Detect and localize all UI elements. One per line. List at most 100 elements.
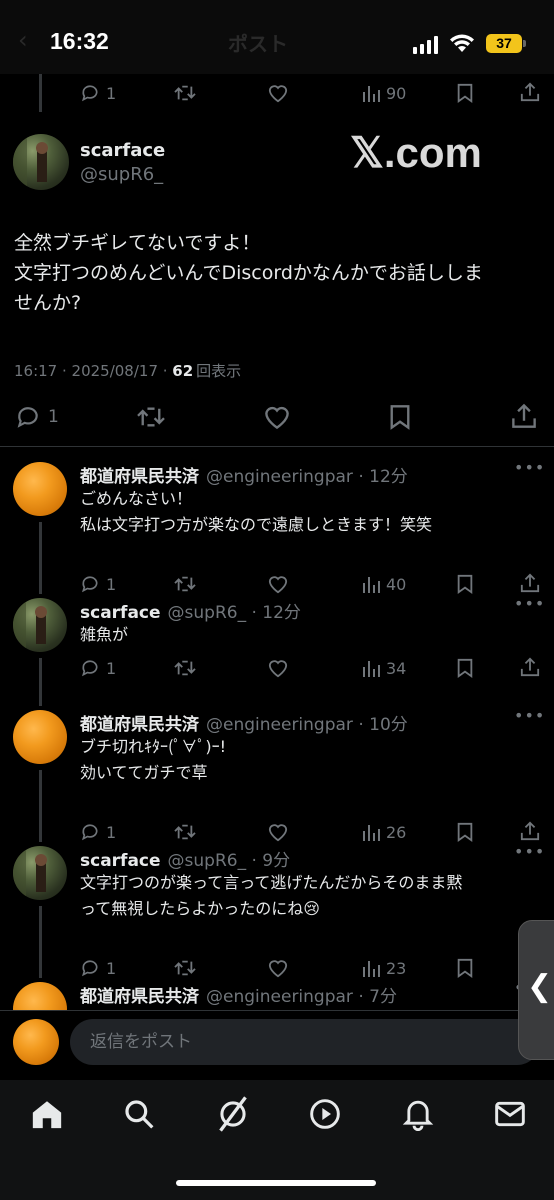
- retweet-icon[interactable]: [174, 822, 196, 842]
- reply-header: 都道府県民共済 @engineeringpar · 10分: [80, 710, 408, 735]
- more-options-icon[interactable]: •••: [514, 594, 545, 613]
- reply-action[interactable]: 1: [80, 574, 116, 594]
- views-action[interactable]: 90: [362, 83, 406, 103]
- reply-text: 文字打つのが楽って言って逃げたんだからそのまま黙 って無視したらよかったのにね😢: [80, 870, 540, 922]
- views-action[interactable]: 26: [362, 822, 406, 842]
- search-icon[interactable]: [123, 1098, 155, 1130]
- reply-text-line: 雑魚が: [80, 625, 129, 644]
- author-name[interactable]: 都道府県民共済: [80, 710, 199, 735]
- author-handle[interactable]: @supR6_ · 9分: [168, 846, 291, 871]
- reply-count: 1: [106, 574, 117, 594]
- bookmark-icon[interactable]: [456, 658, 474, 678]
- composer-avatar: [13, 1019, 59, 1065]
- avatar[interactable]: [13, 462, 67, 516]
- views-icon: [362, 658, 380, 678]
- views-icon: [362, 958, 380, 978]
- reply-action[interactable]: 1: [80, 658, 116, 678]
- avatar[interactable]: [13, 846, 67, 900]
- author-name[interactable]: scarface: [80, 851, 161, 871]
- views-count: 90: [386, 83, 407, 103]
- back-icon[interactable]: ‹: [18, 26, 28, 54]
- signal-icon: [413, 36, 441, 54]
- like-icon[interactable]: [267, 574, 289, 594]
- views-count: 34: [386, 658, 407, 678]
- author-name[interactable]: scarface: [80, 603, 161, 623]
- retweet-icon[interactable]: [174, 574, 196, 594]
- reply-action[interactable]: 1: [14, 404, 59, 430]
- reply-action[interactable]: 1: [80, 822, 116, 842]
- grok-icon[interactable]: [216, 1096, 250, 1132]
- side-panel-tab[interactable]: ❮: [518, 920, 554, 1060]
- author-handle[interactable]: @supR6_ · 12分: [168, 598, 301, 623]
- views-action[interactable]: 34: [362, 658, 406, 678]
- wifi-icon: [449, 33, 475, 53]
- notifications-icon[interactable]: [402, 1097, 434, 1131]
- retweet-icon[interactable]: [174, 658, 196, 678]
- views-action[interactable]: 23: [362, 958, 406, 978]
- like-icon[interactable]: [267, 658, 289, 678]
- views-count: 40: [386, 574, 407, 594]
- author-name[interactable]: 都道府県民共済: [80, 982, 199, 1007]
- messages-icon[interactable]: [494, 1100, 526, 1128]
- status-bar: ‹ ポスト 16:32 37: [0, 0, 554, 74]
- reply-icon: [14, 404, 42, 430]
- view-label: 回表示: [196, 362, 242, 380]
- post-datetime: 16:17 · 2025/08/17 ·: [14, 362, 173, 380]
- retweet-icon[interactable]: [174, 83, 196, 103]
- like-icon[interactable]: [267, 822, 289, 842]
- bookmark-icon[interactable]: [456, 574, 474, 594]
- reply-action[interactable]: 1: [80, 958, 116, 978]
- retweet-icon[interactable]: [136, 404, 166, 430]
- author-handle[interactable]: @engineeringpar · 7分: [206, 982, 397, 1007]
- views-icon: [362, 822, 380, 842]
- reply-action[interactable]: 1: [80, 83, 116, 103]
- bookmark-icon[interactable]: [456, 83, 474, 103]
- post-text-line: せんか?: [14, 292, 82, 314]
- reply-text-line: って無視したらよかったのにね😢: [80, 899, 320, 918]
- more-options-icon[interactable]: •••: [514, 842, 545, 861]
- bookmark-icon[interactable]: [456, 822, 474, 842]
- post-text-line: 文字打つのめんどいんでDiscordかなんかでお話ししま: [14, 262, 483, 284]
- reply-input[interactable]: 返信をポスト: [70, 1019, 540, 1065]
- more-options-icon[interactable]: •••: [514, 706, 545, 725]
- home-icon[interactable]: [30, 1098, 64, 1130]
- author-handle[interactable]: @supR6_: [80, 164, 163, 185]
- reply-text-line: ごめんなさい！: [80, 489, 193, 508]
- reply-icon: [80, 822, 100, 842]
- bookmark-icon[interactable]: [456, 958, 474, 978]
- share-icon[interactable]: [520, 82, 540, 102]
- bookmark-icon[interactable]: [388, 404, 412, 430]
- reply-text-line: ブチ切れｷﾀｰ(ﾟ∀ﾟ)ｰ!: [80, 737, 227, 756]
- author-name[interactable]: 都道府県民共済: [80, 462, 199, 487]
- like-icon[interactable]: [262, 404, 292, 430]
- author-handle[interactable]: @engineeringpar · 10分: [206, 710, 408, 735]
- thread-line: [39, 770, 42, 842]
- author-name[interactable]: scarface: [80, 140, 165, 161]
- thread-line: [39, 522, 42, 594]
- avatar[interactable]: [13, 598, 67, 652]
- reply-icon: [80, 958, 100, 978]
- video-icon[interactable]: [309, 1098, 341, 1130]
- thread-line: [39, 906, 42, 978]
- share-icon[interactable]: [511, 403, 537, 429]
- divider: [0, 446, 554, 447]
- avatar[interactable]: [13, 710, 67, 764]
- view-count: 62: [172, 362, 194, 380]
- retweet-icon[interactable]: [174, 958, 196, 978]
- post-meta: 16:17 · 2025/08/17 · 62 回表示: [14, 360, 241, 381]
- reply-count: 1: [106, 83, 117, 103]
- thread-line: [39, 74, 42, 112]
- reply-text-line: 私は文字打つ方が楽なので遠慮しときます！笑笑: [80, 515, 433, 534]
- like-icon[interactable]: [267, 83, 289, 103]
- views-action[interactable]: 40: [362, 574, 406, 594]
- reply-text: ごめんなさい！ 私は文字打つ方が楽なので遠慮しときます！笑笑: [80, 486, 540, 538]
- share-icon[interactable]: [520, 573, 540, 593]
- reply-text: 雑魚が: [80, 622, 540, 648]
- like-icon[interactable]: [267, 958, 289, 978]
- more-options-icon[interactable]: •••: [514, 458, 545, 477]
- avatar[interactable]: [13, 134, 69, 190]
- reply-header: scarface @supR6_ · 12分: [80, 598, 301, 623]
- share-icon[interactable]: [520, 821, 540, 841]
- author-handle[interactable]: @engineeringpar · 12分: [206, 462, 408, 487]
- share-icon[interactable]: [520, 657, 540, 677]
